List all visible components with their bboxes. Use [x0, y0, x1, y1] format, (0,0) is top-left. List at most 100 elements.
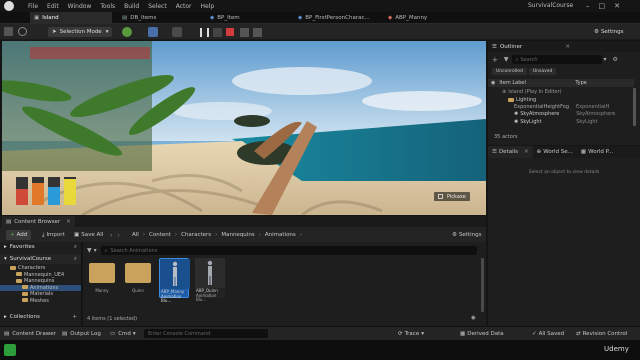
- cmd-dropdown[interactable]: ▭ Cmd ▾: [110, 329, 136, 339]
- menu-file[interactable]: File: [28, 3, 38, 10]
- asset-tile-abp-quinn[interactable]: ABP_Quinn Animation Blu...: [195, 258, 225, 302]
- search-icon[interactable]: ⌕: [74, 244, 77, 251]
- nav-arrows: ‹ ›: [110, 230, 120, 240]
- view-options-button[interactable]: ◉: [471, 315, 476, 321]
- tab-label: Content Browser: [14, 218, 61, 225]
- search-icon[interactable]: ⌕: [74, 256, 77, 263]
- level-viewport[interactable]: Pickaxe: [2, 41, 486, 215]
- window-controls: – □ ✕: [586, 0, 620, 12]
- content-drawer-button[interactable]: ▤ Content Drawer: [4, 329, 56, 339]
- cb-settings-button[interactable]: ⚙ Settings: [452, 230, 482, 240]
- maximize-icon[interactable]: □: [599, 2, 606, 10]
- chevron-down-icon[interactable]: ▾: [94, 247, 97, 254]
- tab-db-items[interactable]: ▤ DB_Items: [118, 12, 202, 24]
- import-button[interactable]: ⤓ Import: [42, 230, 65, 240]
- settings-icon[interactable]: ⚙: [613, 56, 618, 63]
- folder-label: Mannequins: [24, 278, 55, 284]
- breadcrumb: All › Content › Characters › Mannequins …: [132, 230, 306, 240]
- tree-row[interactable]: ✺ SkyAtmosphere SkyAtmosphere: [488, 110, 634, 118]
- tree-row-type: SkyAtmosphere: [576, 111, 616, 117]
- tab-content-browser[interactable]: ▤ Content Browser ✕: [2, 216, 75, 227]
- tab-outliner[interactable]: ☰ Outliner ✕: [488, 41, 640, 52]
- add-button[interactable]: + Add: [6, 230, 32, 240]
- console-command-input[interactable]: Enter Console Command: [144, 329, 268, 338]
- settings-button[interactable]: ⚙ Settings: [594, 27, 624, 37]
- col-item-label[interactable]: Item Label: [499, 80, 575, 86]
- add-icon: +: [10, 232, 15, 238]
- details-empty-text: Select an object to view details: [528, 170, 600, 175]
- tab-label: ABP_Manny: [395, 15, 428, 21]
- menu-tools[interactable]: Tools: [100, 3, 115, 10]
- pause-icon[interactable]: [200, 27, 209, 37]
- project-header[interactable]: ▾ SurvivalCourse ⌕: [0, 254, 81, 264]
- breadcrumb-animations[interactable]: Animations: [265, 232, 296, 238]
- close-icon[interactable]: ✕: [565, 44, 570, 50]
- menu-help[interactable]: Help: [201, 3, 215, 10]
- save-all-button[interactable]: ▣ Save All: [74, 230, 103, 240]
- menu-actor[interactable]: Actor: [176, 3, 192, 10]
- eject-icon[interactable]: [213, 27, 222, 37]
- menu-window[interactable]: Window: [68, 3, 92, 10]
- menu-build[interactable]: Build: [124, 3, 139, 10]
- asset-tile-folder-quinn[interactable]: Quinn: [123, 258, 153, 298]
- revision-control-button[interactable]: ⇄ Revision Control: [576, 329, 627, 339]
- add-label: Add: [16, 232, 28, 238]
- mode-icon[interactable]: [18, 27, 27, 36]
- close-icon[interactable]: ✕: [524, 149, 529, 155]
- all-saved-button[interactable]: ✓ All Saved: [532, 329, 564, 339]
- breadcrumb-all[interactable]: All: [132, 232, 139, 238]
- tab-world-partition[interactable]: ▦ World P...: [577, 149, 617, 155]
- unreal-logo-icon[interactable]: [4, 1, 14, 11]
- tree-row[interactable]: ⊕ Island (Play In Editor): [488, 88, 634, 96]
- asset-search-input[interactable]: ⌕ Search Animations: [100, 246, 477, 255]
- breadcrumb-mannequins[interactable]: Mannequins: [221, 232, 254, 238]
- eject-play-icon[interactable]: [240, 27, 249, 37]
- tab-bp-firstperson[interactable]: ◆ BP_FirstPersonCharac...: [294, 12, 382, 24]
- breadcrumb-characters[interactable]: Characters: [181, 232, 211, 238]
- save-icon: ▣: [74, 232, 80, 238]
- visibility-icon[interactable]: ◉: [491, 80, 495, 86]
- tab-island[interactable]: ▣ Island: [30, 12, 112, 24]
- menu-select[interactable]: Select: [148, 3, 167, 10]
- asset-tile-folder-manny[interactable]: Manny: [87, 258, 117, 298]
- tab-bp-item[interactable]: ◆ BP_Item: [206, 12, 290, 24]
- filter-icon[interactable]: ▼: [504, 56, 509, 63]
- blueprint-menu-icon[interactable]: [148, 27, 158, 37]
- filter-chip-unsaved[interactable]: Unsaved: [528, 68, 557, 75]
- chevron-down-icon[interactable]: ▾: [604, 56, 607, 63]
- close-icon[interactable]: ✕: [66, 219, 71, 225]
- trace-button[interactable]: ⟳ Trace ▾: [398, 329, 424, 339]
- add-icon[interactable]: +: [72, 314, 77, 320]
- asset-view-scrollbar[interactable]: [481, 258, 484, 312]
- menu-edit[interactable]: Edit: [47, 3, 59, 10]
- filter-chip-uncontrolled[interactable]: Unconrolled: [492, 68, 527, 75]
- save-icon[interactable]: [4, 27, 13, 36]
- favorites-header[interactable]: ▸ Favorites ⌕: [0, 242, 81, 252]
- back-arrow-icon[interactable]: ‹: [110, 232, 112, 239]
- output-log-button[interactable]: ▤ Output Log: [62, 329, 101, 339]
- tab-world-settings[interactable]: ⊕ World Se...: [533, 149, 577, 155]
- world-icon: ⊕: [536, 149, 542, 155]
- collections-header[interactable]: ▸ Collections +: [0, 312, 81, 322]
- folder-meshes[interactable]: Meshes: [0, 298, 81, 305]
- minimize-icon[interactable]: –: [586, 2, 590, 10]
- tab-abp-manny[interactable]: ◆ ABP_Manny: [384, 12, 468, 24]
- selection-mode-dropdown[interactable]: ➤ Selection Mode ▾: [48, 27, 113, 37]
- tree-row[interactable]: Lighting: [488, 96, 634, 104]
- platforms-icon[interactable]: [253, 27, 262, 37]
- tree-row[interactable]: ✺ SkyLight SkyLight: [488, 118, 634, 126]
- outliner-search-input[interactable]: ⌕ Search: [511, 55, 602, 64]
- derived-data-button[interactable]: ▦ Derived Data: [460, 329, 504, 339]
- col-type[interactable]: Type: [575, 80, 586, 86]
- cinematics-icon[interactable]: [172, 27, 182, 37]
- close-icon[interactable]: ✕: [614, 2, 620, 10]
- forward-arrow-icon[interactable]: ›: [117, 232, 119, 239]
- outliner-scrollbar[interactable]: [633, 88, 636, 126]
- tab-details[interactable]: ☰ Details ✕: [488, 146, 533, 158]
- filter-icon[interactable]: ▼: [87, 247, 92, 254]
- stop-icon[interactable]: [226, 28, 234, 36]
- breadcrumb-content[interactable]: Content: [149, 232, 171, 238]
- asset-tile-abp-manny[interactable]: ABP_Manny Animation Blu...: [159, 258, 190, 303]
- add-actor-icon[interactable]: [122, 27, 132, 37]
- add-icon[interactable]: +: [492, 56, 498, 64]
